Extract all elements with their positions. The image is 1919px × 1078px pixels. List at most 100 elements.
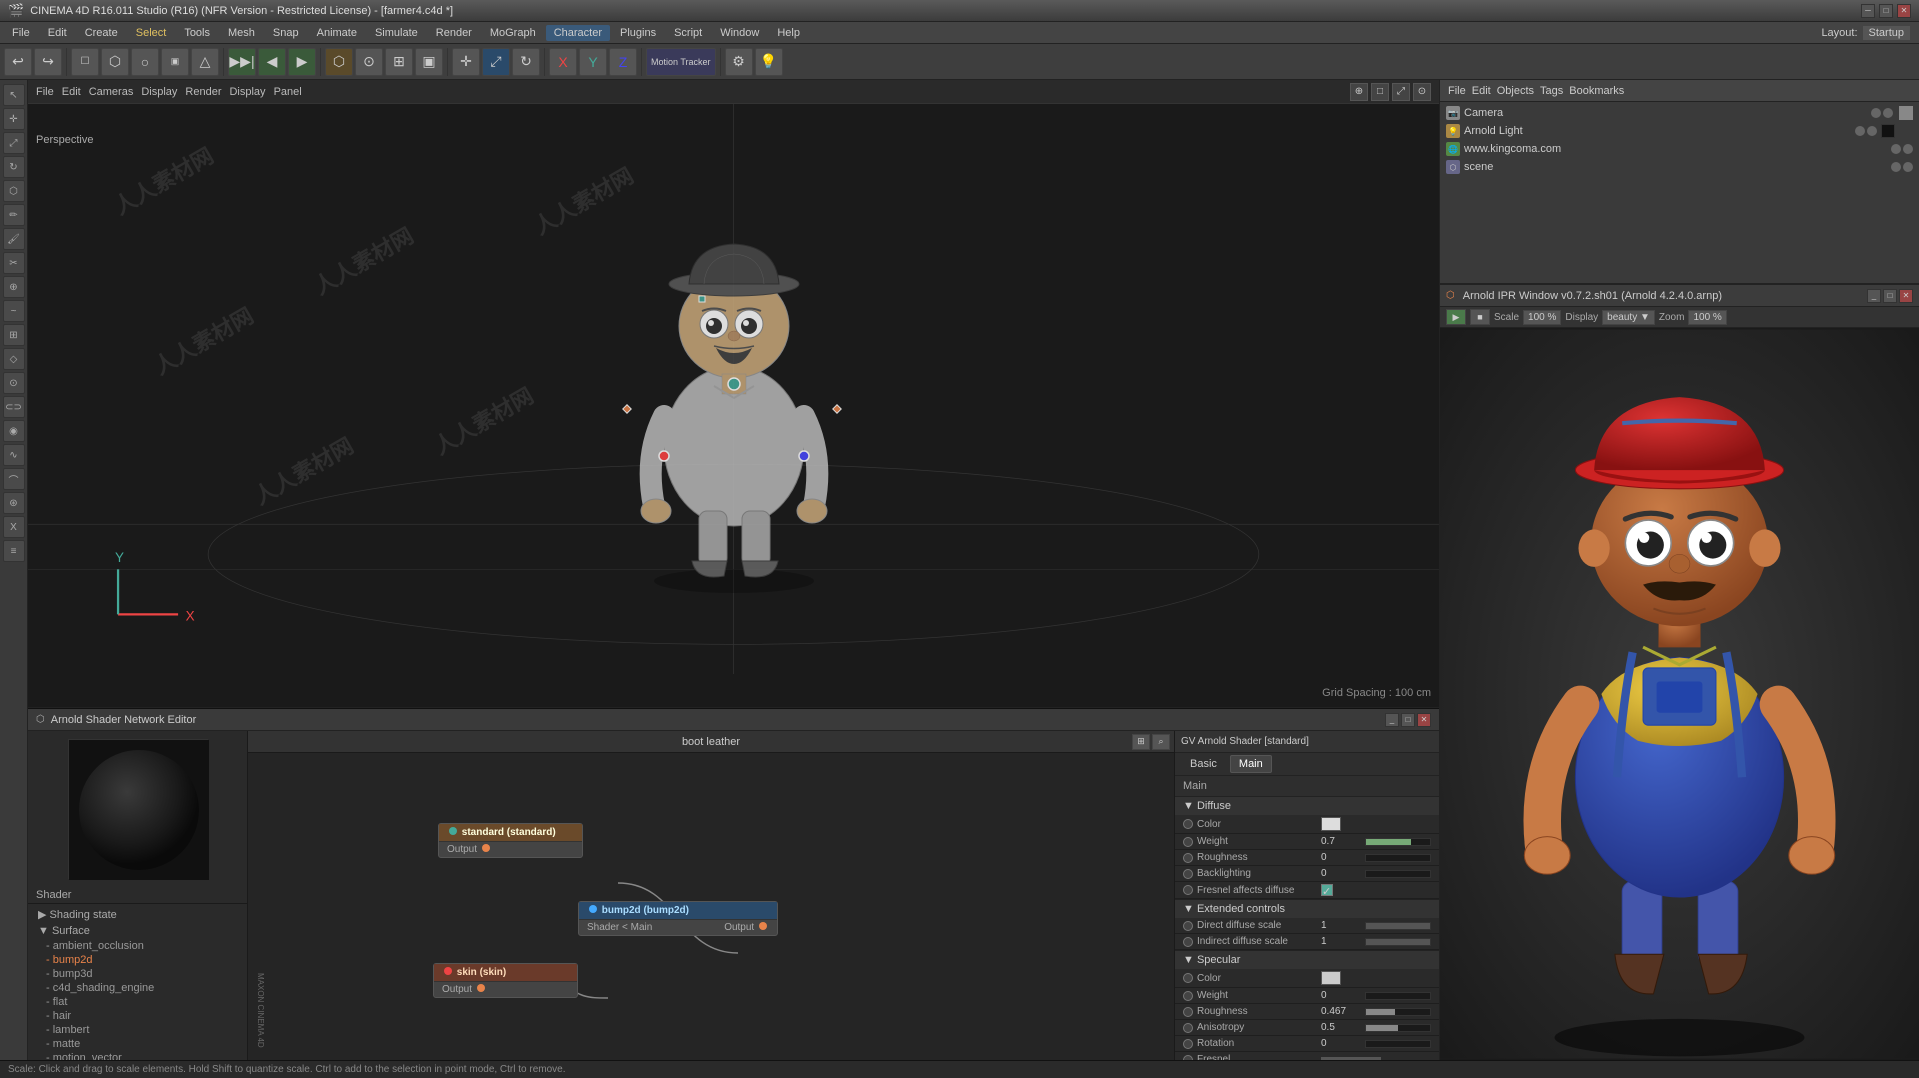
ipr-minimize-btn[interactable]: _ [1867,289,1881,303]
tab-basic[interactable]: Basic [1181,755,1226,773]
tool-extrude[interactable]: ⊞ [3,324,25,346]
tool-paint[interactable]: 🖌 [3,228,25,250]
tool-weld[interactable]: ◉ [3,420,25,442]
spec-roughness-slider[interactable] [1365,1008,1431,1016]
spec-rotation-num[interactable]: 0 [1321,1038,1361,1049]
diffuse-roughness-slider[interactable] [1365,854,1431,862]
direct-diffuse-num[interactable]: 1 [1321,920,1361,931]
edge-mode-btn[interactable]: ⊞ [385,48,413,76]
diffuse-color-swatch[interactable] [1321,817,1341,831]
diffuse-color-radio[interactable] [1183,819,1193,829]
diffuse-backlight-num[interactable]: 0 [1321,868,1361,879]
menu-create[interactable]: Create [77,25,126,41]
node-skin[interactable]: skin (skin) Output [433,963,578,998]
light-vis-1[interactable] [1855,126,1865,136]
kingcoma-vis-2[interactable] [1903,144,1913,154]
node-bump2d[interactable]: bump2d (bump2d) Shader < Main Output [578,901,778,936]
tool-rotate[interactable]: ↻ [3,156,25,178]
ipr-play-btn[interactable]: ▶ [1446,309,1466,325]
diffuse-header[interactable]: ▼ Diffuse [1175,797,1439,815]
maximize-button[interactable]: □ [1879,4,1893,18]
tool-deform[interactable]: ⌒ [3,468,25,490]
diffuse-backlight-slider[interactable] [1365,870,1431,878]
shader-lambert[interactable]: - lambert [30,1023,245,1037]
tool-knife[interactable]: ✂ [3,252,25,274]
shader-bump3d[interactable]: - bump3d [30,967,245,981]
shader-hair[interactable]: - hair [30,1009,245,1023]
indirect-diffuse-num[interactable]: 1 [1321,936,1361,947]
tab-main[interactable]: Main [1230,755,1272,773]
obj-mode-btn[interactable]: ⬡ [325,48,353,76]
tool-bridge[interactable]: ⊂⊃ [3,396,25,418]
tool-smooth[interactable]: ~ [3,300,25,322]
kingcoma-vis-1[interactable] [1891,144,1901,154]
light-vis-2[interactable] [1867,126,1877,136]
redo-button[interactable]: ↪ [34,48,62,76]
spec-rotation-radio[interactable] [1183,1039,1193,1049]
menu-help[interactable]: Help [769,25,808,41]
menu-file[interactable]: File [4,25,38,41]
anim-back-btn[interactable]: ◀ [258,48,286,76]
node-standard[interactable]: standard (standard) Output [438,823,583,858]
ipr-scale-value[interactable]: 100 % [1523,310,1561,325]
rotate-btn[interactable]: ↻ [512,48,540,76]
tool-xpresso[interactable]: X [3,516,25,538]
menu-window[interactable]: Window [712,25,767,41]
spec-aniso-slider[interactable] [1365,1024,1431,1032]
obj-menu-file[interactable]: File [1448,85,1466,97]
menu-render[interactable]: Render [428,25,480,41]
spec-roughness-num[interactable]: 0.467 [1321,1006,1361,1017]
diffuse-weight-num[interactable]: 0.7 [1321,836,1361,847]
diffuse-roughness-num[interactable]: 0 [1321,852,1361,863]
spec-color-swatch[interactable] [1321,971,1341,985]
menu-select[interactable]: Select [128,25,175,41]
viewport[interactable]: File Edit Cameras Display Render Display… [28,80,1439,708]
spec-weight-num[interactable]: 0 [1321,990,1361,1001]
tool-timeline[interactable]: ≡ [3,540,25,562]
direct-diffuse-radio[interactable] [1183,921,1193,931]
tool-box[interactable]: ⬡ [3,180,25,202]
vis-dot-1[interactable] [1871,108,1881,118]
obj-menu-tags[interactable]: Tags [1540,85,1563,97]
spec-aniso-num[interactable]: 0.5 [1321,1022,1361,1033]
tool-magnet[interactable]: ⊕ [3,276,25,298]
z-axis-btn[interactable]: Z [609,48,637,76]
cone-btn[interactable]: △ [191,48,219,76]
tool-spline[interactable]: ∿ [3,444,25,466]
ipr-stop-btn[interactable]: ■ [1470,309,1490,325]
obj-item-scene[interactable]: ⬡ scene [1442,158,1917,176]
vp-ctrl-2[interactable]: □ [1371,83,1389,101]
obj-menu-bookmarks[interactable]: Bookmarks [1569,85,1624,97]
shader-flat[interactable]: - flat [30,995,245,1009]
spec-weight-slider[interactable] [1365,992,1431,1000]
tool-dynamics[interactable]: ⊛ [3,492,25,514]
diffuse-roughness-radio[interactable] [1183,853,1193,863]
obj-menu-edit[interactable]: Edit [1472,85,1491,97]
ipr-display-value[interactable]: beauty ▼ [1602,310,1655,325]
undo-button[interactable]: ↩ [4,48,32,76]
specular-header[interactable]: ▼ Specular [1175,951,1439,969]
obj-item-kingcoma[interactable]: 🌐 www.kingcoma.com [1442,140,1917,158]
vp-ctrl-3[interactable]: ⤢ [1392,83,1410,101]
cylinder-btn[interactable]: ▣ [161,48,189,76]
indirect-diffuse-slider[interactable] [1365,938,1431,946]
tool-move[interactable]: ✛ [3,108,25,130]
ipr-btn[interactable]: 💡 [755,48,783,76]
tool-bevel[interactable]: ◇ [3,348,25,370]
ipr-zoom-value[interactable]: 100 % [1688,310,1726,325]
x-axis-btn[interactable]: X [549,48,577,76]
menu-simulate[interactable]: Simulate [367,25,426,41]
menu-animate[interactable]: Animate [309,25,365,41]
spec-weight-radio[interactable] [1183,991,1193,1001]
sphere-btn[interactable]: ○ [131,48,159,76]
diffuse-weight-radio[interactable] [1183,837,1193,847]
fresnel-diffuse-radio[interactable] [1183,885,1193,895]
menu-mesh[interactable]: Mesh [220,25,263,41]
spec-rotation-slider[interactable] [1365,1040,1431,1048]
anim-play-btn[interactable]: ▶ [288,48,316,76]
vp-menu-display[interactable]: Display [141,86,177,98]
tool-select[interactable]: ↖ [3,84,25,106]
shader-matte[interactable]: - matte [30,1037,245,1051]
spec-color-radio[interactable] [1183,973,1193,983]
tool-scale[interactable]: ⤢ [3,132,25,154]
